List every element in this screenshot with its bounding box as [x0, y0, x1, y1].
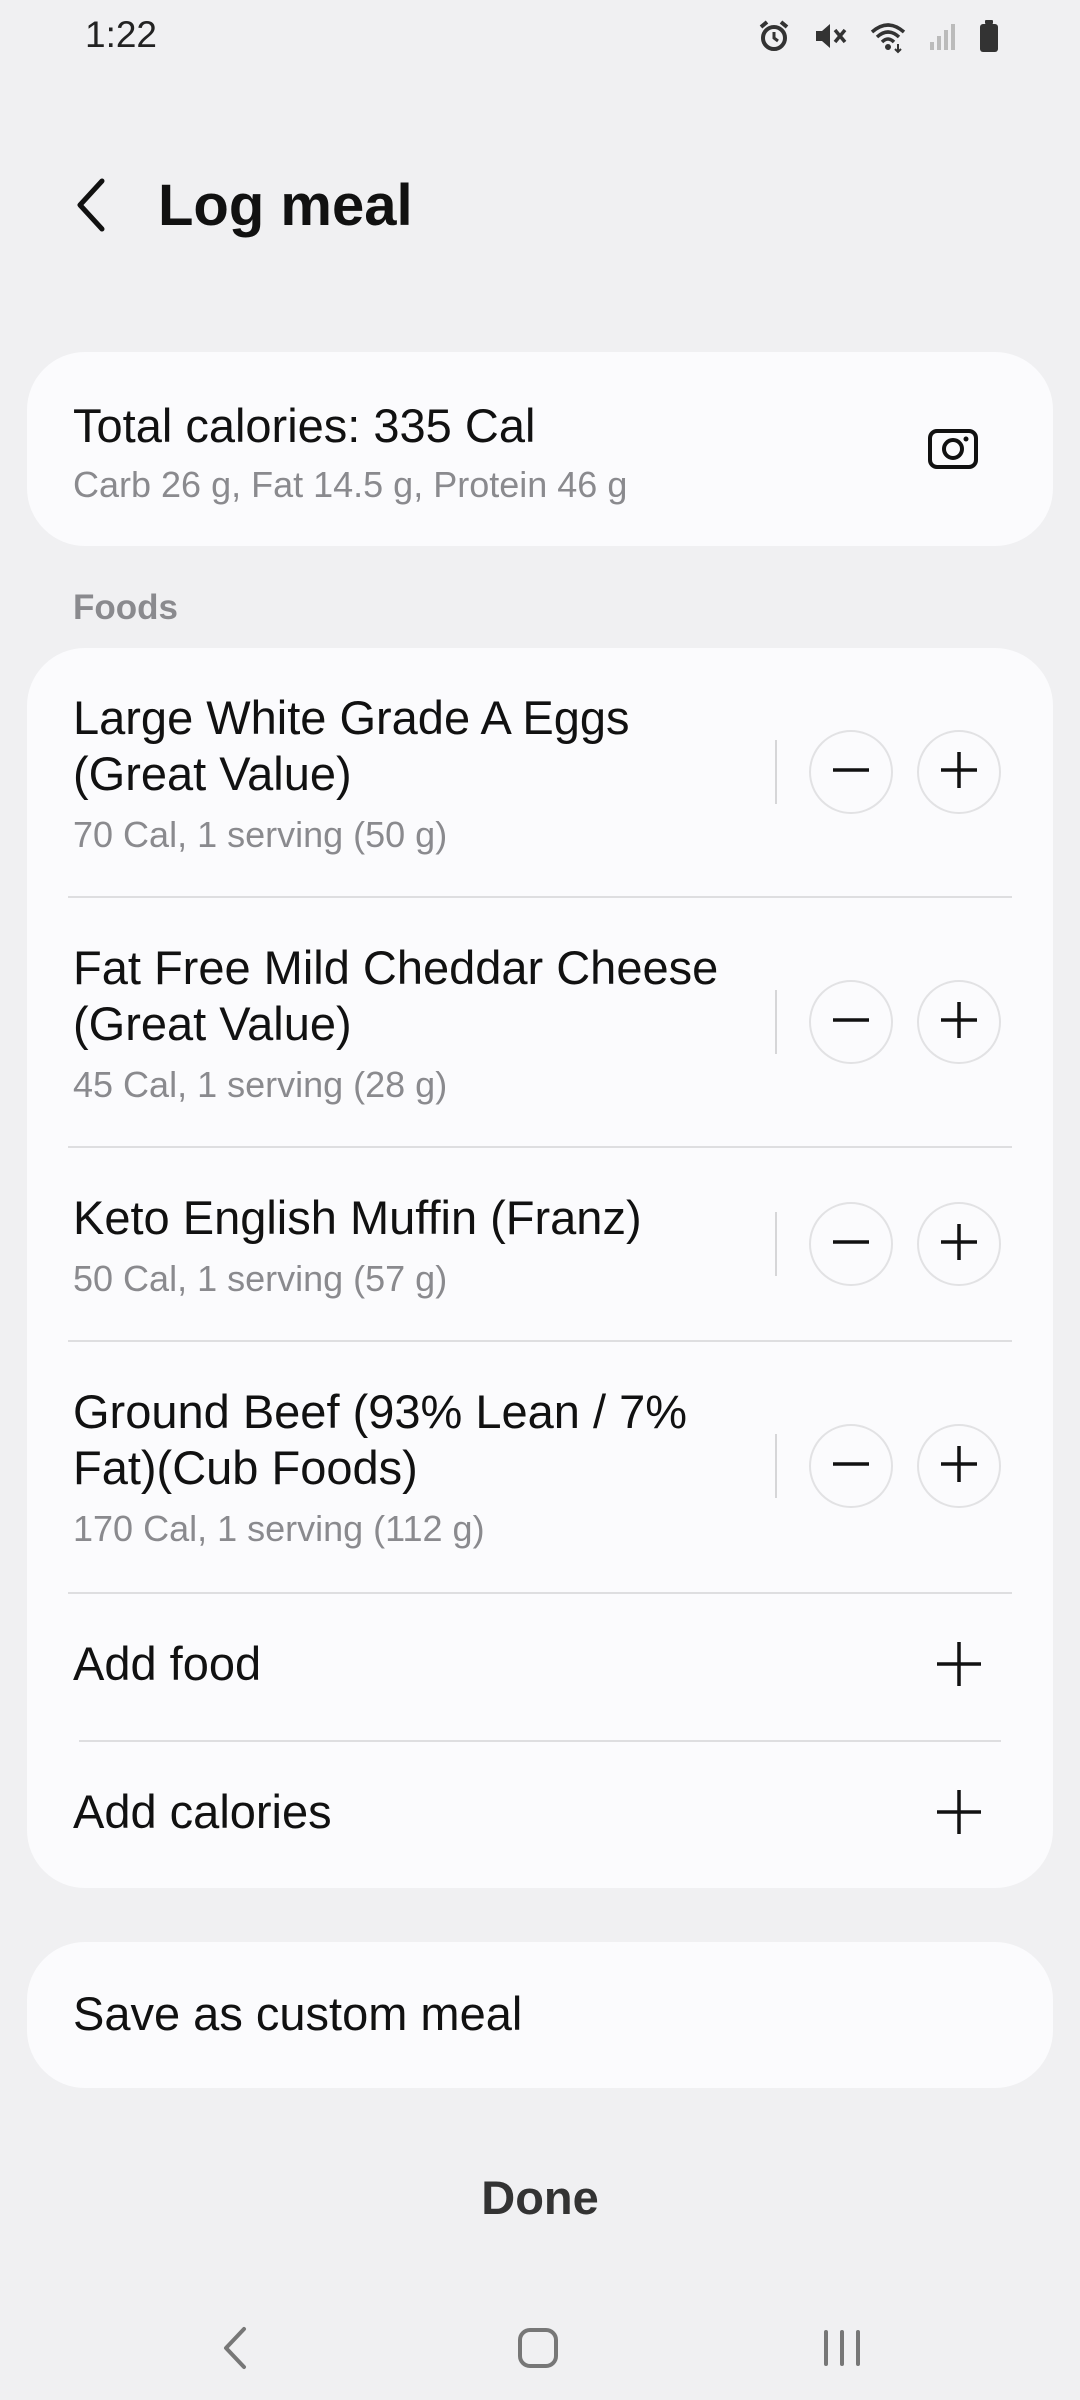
- calorie-summary-card: Total calories: 335 Cal Carb 26 g, Fat 1…: [27, 352, 1053, 546]
- header: Log meal: [0, 150, 1080, 270]
- decrease-button[interactable]: [809, 730, 893, 814]
- save-custom-meal-label: Save as custom meal: [73, 1987, 523, 2040]
- back-arrow-icon: [72, 175, 112, 240]
- page-title: Log meal: [158, 173, 413, 238]
- minus-icon: [827, 996, 875, 1049]
- plus-icon: [931, 1636, 987, 1692]
- divider: [775, 1434, 777, 1498]
- increase-button[interactable]: [917, 1424, 1001, 1508]
- foods-section-label: Foods: [73, 588, 178, 627]
- battery-icon: [978, 18, 1000, 54]
- add-food-button[interactable]: Add food: [27, 1594, 1053, 1734]
- alarm-icon: [756, 18, 792, 54]
- food-name: Fat Free Mild Cheddar Cheese (Great Valu…: [73, 941, 719, 1050]
- macros-summary: Carb 26 g, Fat 14.5 g, Protein 46 g: [73, 464, 628, 505]
- minus-icon: [827, 1218, 875, 1271]
- status-icons: [756, 18, 1000, 54]
- food-name: Ground Beef (93% Lean / 7% Fat)(Cub Food…: [73, 1385, 688, 1494]
- food-detail: 50 Cal, 1 serving (57 g): [73, 1258, 448, 1299]
- increase-button[interactable]: [917, 980, 1001, 1064]
- add-calories-label: Add calories: [73, 1785, 332, 1838]
- minus-icon: [827, 746, 875, 799]
- add-calories-button[interactable]: Add calories: [27, 1742, 1053, 1882]
- food-item[interactable]: Large White Grade A Eggs (Great Value) 7…: [27, 648, 1053, 896]
- decrease-button[interactable]: [809, 1424, 893, 1508]
- status-time: 1:22: [85, 14, 158, 55]
- nav-recents-icon: [818, 2324, 866, 2377]
- camera-button[interactable]: [923, 420, 983, 480]
- nav-back-icon: [216, 2323, 256, 2378]
- nav-home-icon: [514, 2324, 562, 2377]
- food-item[interactable]: Ground Beef (93% Lean / 7% Fat)(Cub Food…: [27, 1342, 1053, 1590]
- food-name: Large White Grade A Eggs (Great Value): [73, 691, 630, 800]
- camera-icon: [927, 422, 979, 479]
- food-name: Keto English Muffin (Franz): [73, 1191, 642, 1244]
- status-bar: 1:22: [0, 0, 1080, 80]
- food-detail: 45 Cal, 1 serving (28 g): [73, 1064, 448, 1105]
- food-item[interactable]: Fat Free Mild Cheddar Cheese (Great Valu…: [27, 898, 1053, 1146]
- navigation-bar: [0, 2290, 1080, 2400]
- mute-icon: [812, 18, 848, 54]
- wifi-icon: [868, 18, 908, 54]
- divider: [775, 990, 777, 1054]
- food-detail: 170 Cal, 1 serving (112 g): [73, 1508, 485, 1549]
- food-item[interactable]: Keto English Muffin (Franz) 50 Cal, 1 se…: [27, 1148, 1053, 1340]
- nav-back-button[interactable]: [196, 2310, 276, 2390]
- divider: [775, 1212, 777, 1276]
- food-detail: 70 Cal, 1 serving (50 g): [73, 814, 448, 855]
- plus-icon: [935, 1440, 983, 1493]
- nav-home-button[interactable]: [498, 2310, 578, 2390]
- plus-icon: [935, 996, 983, 1049]
- plus-icon: [935, 1218, 983, 1271]
- nav-recents-button[interactable]: [802, 2310, 882, 2390]
- save-custom-meal-button[interactable]: Save as custom meal: [27, 1942, 1053, 2088]
- increase-button[interactable]: [917, 730, 1001, 814]
- back-button[interactable]: [62, 172, 122, 242]
- minus-icon: [827, 1440, 875, 1493]
- divider: [775, 740, 777, 804]
- done-button[interactable]: Done: [340, 2170, 740, 2240]
- decrease-button[interactable]: [809, 1202, 893, 1286]
- add-food-label: Add food: [73, 1637, 262, 1690]
- signal-icon: [928, 18, 958, 54]
- foods-card: Large White Grade A Eggs (Great Value) 7…: [27, 648, 1053, 1888]
- total-calories: Total calories: 335 Cal: [73, 399, 536, 452]
- decrease-button[interactable]: [809, 980, 893, 1064]
- plus-icon: [931, 1784, 987, 1840]
- plus-icon: [935, 746, 983, 799]
- increase-button[interactable]: [917, 1202, 1001, 1286]
